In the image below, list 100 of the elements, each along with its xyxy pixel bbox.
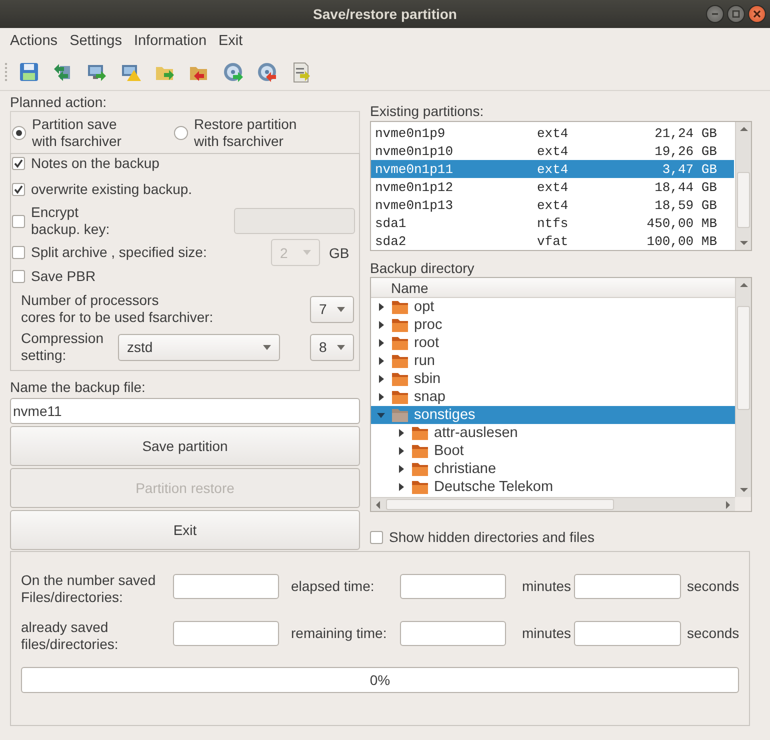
expander-icon[interactable] [376,338,386,348]
dropdown[interactable]: 8 [310,334,354,360]
folder-row[interactable]: attr-auslesen [371,424,735,442]
partition-size: 100,00 MB [646,234,717,248]
dropdown[interactable]: zstd [118,334,280,360]
folder-row[interactable]: root [371,334,735,352]
scrollbar-thumb[interactable] [386,499,614,510]
expander-icon[interactable] [376,392,386,402]
seconds-field[interactable] [574,574,681,599]
window-title: Save/restore partition [313,6,457,22]
expander-icon[interactable] [376,374,386,384]
option-label: Encrypt backup. key: [31,204,111,238]
folder-name: christiane [434,461,496,477]
file-name-field[interactable]: nvme11 [10,398,360,424]
close-icon[interactable] [753,10,761,18]
folder-name: attr-auslesen [434,425,518,441]
maximize-button[interactable] [727,5,745,23]
partition-row[interactable]: nvme0n1p12 ext4 18,44 GB [371,178,734,196]
partition-size: 18,59 GB [654,198,717,212]
radio-button[interactable] [174,126,188,140]
folder-icon [391,317,409,333]
minutes-field[interactable] [400,574,506,599]
field-label: Name the backup file: [10,379,146,396]
menu-item[interactable]: Exit [212,33,249,49]
scrollbar-corner [735,497,751,511]
unit-label: minutes [521,577,572,596]
radio-button[interactable] [12,126,26,140]
folder-row[interactable]: snap [371,388,735,406]
folder-row[interactable]: christiane [371,460,735,478]
close-button[interactable] [748,5,766,23]
floppy-icon[interactable] [18,61,40,83]
folder-row[interactable]: run [371,352,735,370]
filesystem-type: ext4 [537,162,570,176]
filesystem-type: ext4 [537,198,570,212]
expander-icon[interactable] [396,482,406,492]
option-label: overwrite existing backup. [31,180,192,198]
scrollbar[interactable] [735,278,751,497]
folder-row[interactable]: sonstiges [371,406,735,424]
partition-row[interactable]: sda2 vfat 100,00 MB [371,232,734,250]
partition-size: 450,00 MB [646,216,717,230]
time-label: remaining time: [290,624,388,643]
folder-row[interactable]: Boot [371,442,735,460]
expander-icon[interactable] [376,302,386,312]
minimize-button[interactable] [706,5,724,23]
seconds-field[interactable] [574,621,681,646]
folder-name: run [414,353,435,369]
folder-name: root [414,335,439,351]
folder-row[interactable]: proc [371,316,735,334]
time-label: elapsed time: [290,577,376,596]
menu-item[interactable]: Actions [4,33,64,49]
menu-item[interactable]: Settings [64,33,128,49]
section-label: Existing partitions: [370,102,485,121]
folder-icon [391,407,409,423]
minutes-field[interactable] [400,621,506,646]
menu-item[interactable]: Information [128,33,213,49]
folder-row[interactable]: sbin [371,370,735,388]
partition-name: nvme0n1p13 [375,198,454,212]
partition-row[interactable]: sda1 ntfs 450,00 MB [371,214,734,232]
checkbox[interactable] [12,157,25,170]
scrollbar-thumb[interactable] [737,306,750,410]
expander-icon[interactable] [396,428,406,438]
action-button[interactable]: Exit [10,510,360,550]
maximize-icon[interactable] [732,10,740,18]
expander-icon[interactable] [376,356,386,366]
partition-row[interactable]: nvme0n1p11 ext4 3,47 GB [371,160,734,178]
checkbox[interactable] [12,182,25,196]
scrollbar-thumb[interactable] [737,172,750,228]
folder-name: sonstiges [414,407,476,423]
column-header[interactable]: Name [371,278,735,298]
caret-icon [303,250,311,256]
folder-name: snap [414,389,446,405]
partition-row[interactable]: nvme0n1p9 ext4 21,24 GB [371,124,734,142]
action-button[interactable]: Save partition [10,426,360,466]
expander-icon[interactable] [396,464,406,474]
expander-icon[interactable] [396,446,406,456]
caret-icon [337,306,345,312]
unit-label: GB [329,244,350,261]
folder-row[interactable]: opt [371,298,735,316]
folder-row[interactable]: Deutsche Telekom [371,478,735,496]
checkbox[interactable] [370,530,383,544]
partition-row[interactable]: nvme0n1p10 ext4 19,26 GB [371,142,734,160]
count-field[interactable] [173,621,279,646]
folder-name: opt [414,299,434,315]
expander-icon[interactable] [376,320,386,330]
option-label: Notes on the backup [31,155,160,172]
scrollbar[interactable] [735,122,751,250]
dropdown[interactable]: 7 [310,296,354,323]
unit-label: seconds [686,624,740,643]
partition-row[interactable]: nvme0n1p13 ext4 18,59 GB [371,196,734,214]
grip-icon[interactable] [5,63,8,81]
counter-label: already saved files/directories: [21,619,120,653]
radio-label: Restore partition with fsarchiver [194,116,297,150]
caret-icon [337,344,345,350]
scrollbar[interactable] [371,497,735,511]
count-field[interactable] [173,574,279,599]
folder-icon [391,389,409,405]
minimize-icon[interactable] [711,10,719,18]
folder-name: proc [414,317,442,333]
checkbox[interactable] [12,270,25,284]
folder-icon [411,479,429,495]
